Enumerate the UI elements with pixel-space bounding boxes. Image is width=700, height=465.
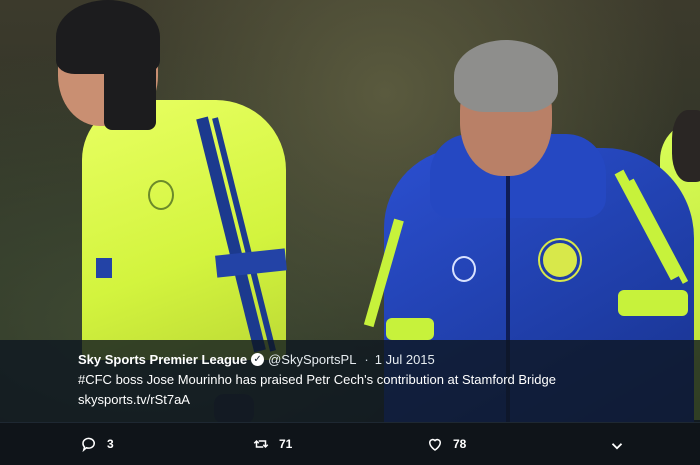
more-options-button[interactable] bbox=[608, 437, 635, 455]
author-name[interactable]: Sky Sports Premier League bbox=[78, 352, 247, 367]
champions-league-badge bbox=[452, 256, 476, 282]
tweet-header: Sky Sports Premier League ✓ @SkySportsPL… bbox=[78, 352, 435, 367]
reply-count: 3 bbox=[107, 437, 114, 451]
verified-badge-icon: ✓ bbox=[251, 353, 265, 366]
manager-crest bbox=[540, 240, 580, 280]
author-handle[interactable]: @SkySportsPL bbox=[268, 352, 356, 367]
reply-button[interactable]: 3 bbox=[80, 435, 114, 453]
goalkeeper-sleeve-band bbox=[96, 258, 112, 278]
manager-hair bbox=[454, 40, 558, 112]
heart-icon bbox=[428, 438, 442, 451]
chevron-down-icon bbox=[611, 443, 623, 450]
reply-bubble-icon bbox=[82, 437, 95, 453]
goalkeeper-headgear bbox=[56, 0, 160, 74]
tweet-date[interactable]: 1 Jul 2015 bbox=[375, 352, 435, 367]
tweet-body: boss Jose Mourinho has praised Petr Cech… bbox=[111, 372, 556, 387]
tweet-card: Sky Sports Premier League ✓ @SkySportsPL… bbox=[0, 0, 700, 465]
retweet-button[interactable]: 71 bbox=[252, 435, 292, 453]
tweet-text: #CFC boss Jose Mourinho has praised Petr… bbox=[78, 372, 556, 387]
tweet-link[interactable]: skysports.tv/rSt7aA bbox=[78, 392, 190, 407]
tweet-overlay: Sky Sports Premier League ✓ @SkySportsPL… bbox=[0, 340, 700, 422]
manager-cuff bbox=[618, 290, 688, 316]
like-button[interactable]: 78 bbox=[426, 435, 466, 453]
background-player-head bbox=[672, 110, 700, 182]
hashtag-link[interactable]: #CFC bbox=[78, 372, 112, 387]
manager-cuff bbox=[386, 318, 434, 340]
like-count: 78 bbox=[453, 437, 467, 451]
goalkeeper-crest bbox=[148, 180, 174, 210]
retweet-count: 71 bbox=[279, 437, 293, 451]
separator-dot: · bbox=[364, 352, 369, 367]
tweet-actions: 3 71 78 bbox=[0, 422, 700, 465]
retweet-icon bbox=[253, 439, 269, 449]
